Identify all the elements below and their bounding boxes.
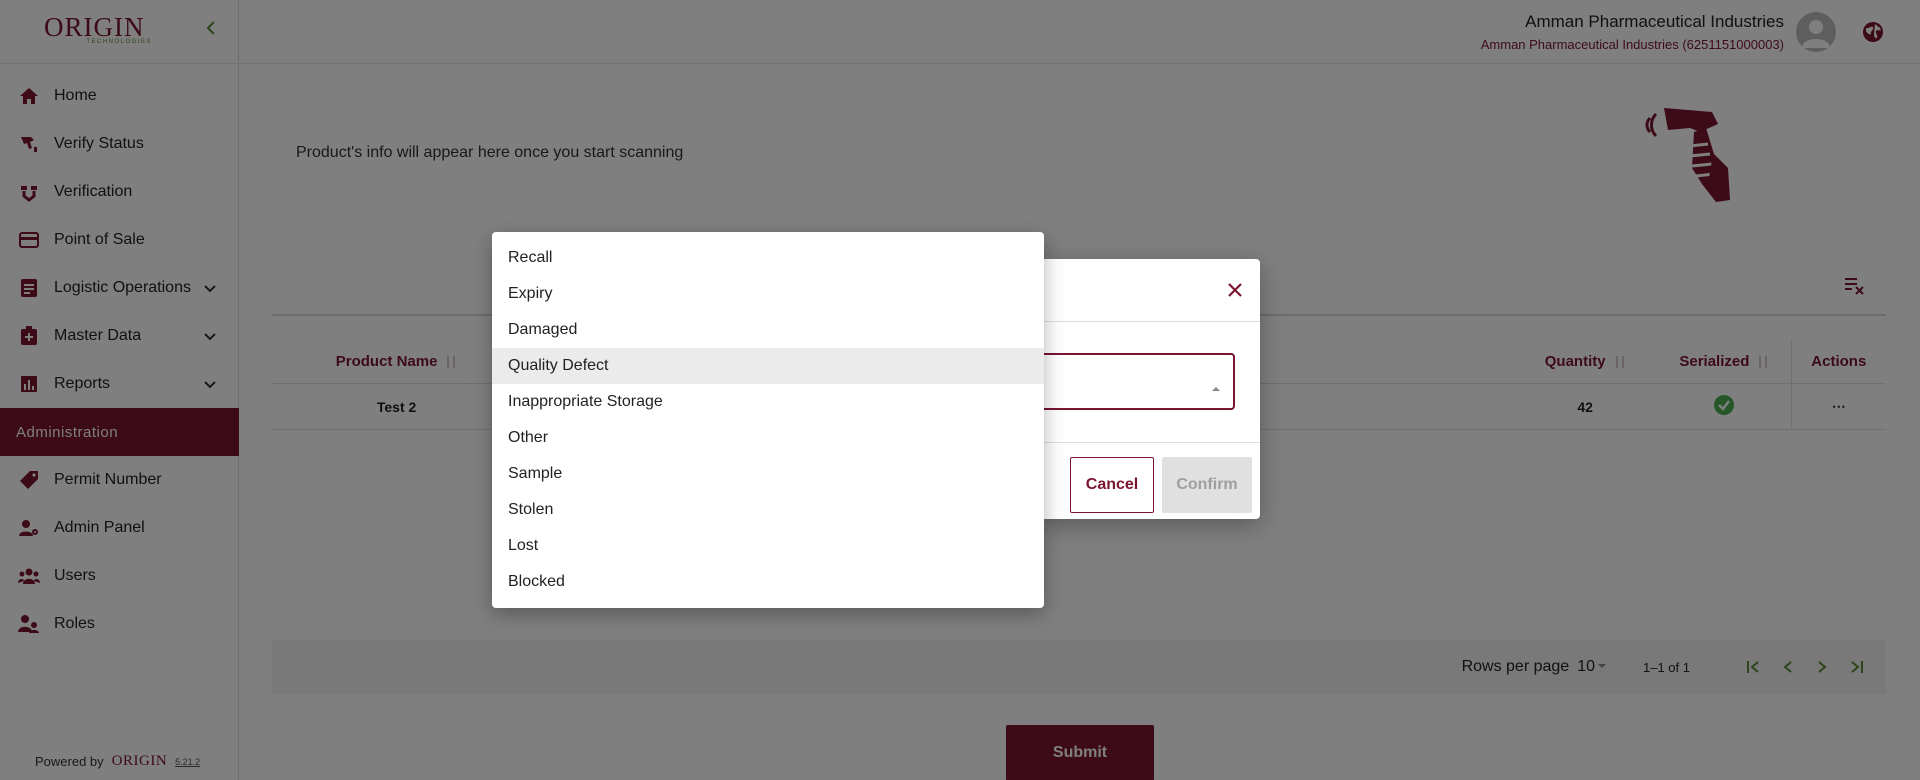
dialog-divider (1040, 442, 1260, 443)
dropdown-option-inappropriate-storage[interactable]: Inappropriate Storage (492, 384, 1044, 420)
dialog-divider (1040, 321, 1260, 322)
reason-select[interactable] (1040, 353, 1235, 410)
confirm-button[interactable]: Confirm (1162, 457, 1252, 513)
dropdown-option-expiry[interactable]: Expiry (492, 276, 1044, 312)
close-icon[interactable] (1224, 279, 1246, 301)
dropdown-option-other[interactable]: Other (492, 420, 1044, 456)
dropdown-option-lost[interactable]: Lost (492, 528, 1044, 564)
dropdown-option-damaged[interactable]: Damaged (492, 312, 1044, 348)
dropdown-option-sample[interactable]: Sample (492, 456, 1044, 492)
dropdown-option-blocked[interactable]: Blocked (492, 564, 1044, 600)
dropdown-option-quality-defect[interactable]: Quality Defect (492, 348, 1044, 384)
reason-dropdown-menu: Recall Expiry Damaged Quality Defect Ina… (492, 232, 1044, 608)
caret-up-icon (1211, 379, 1221, 391)
dropdown-option-recall[interactable]: Recall (492, 240, 1044, 276)
cancel-button[interactable]: Cancel (1070, 457, 1154, 513)
dropdown-option-stolen[interactable]: Stolen (492, 492, 1044, 528)
reason-dialog: Cancel Confirm (1040, 259, 1260, 519)
